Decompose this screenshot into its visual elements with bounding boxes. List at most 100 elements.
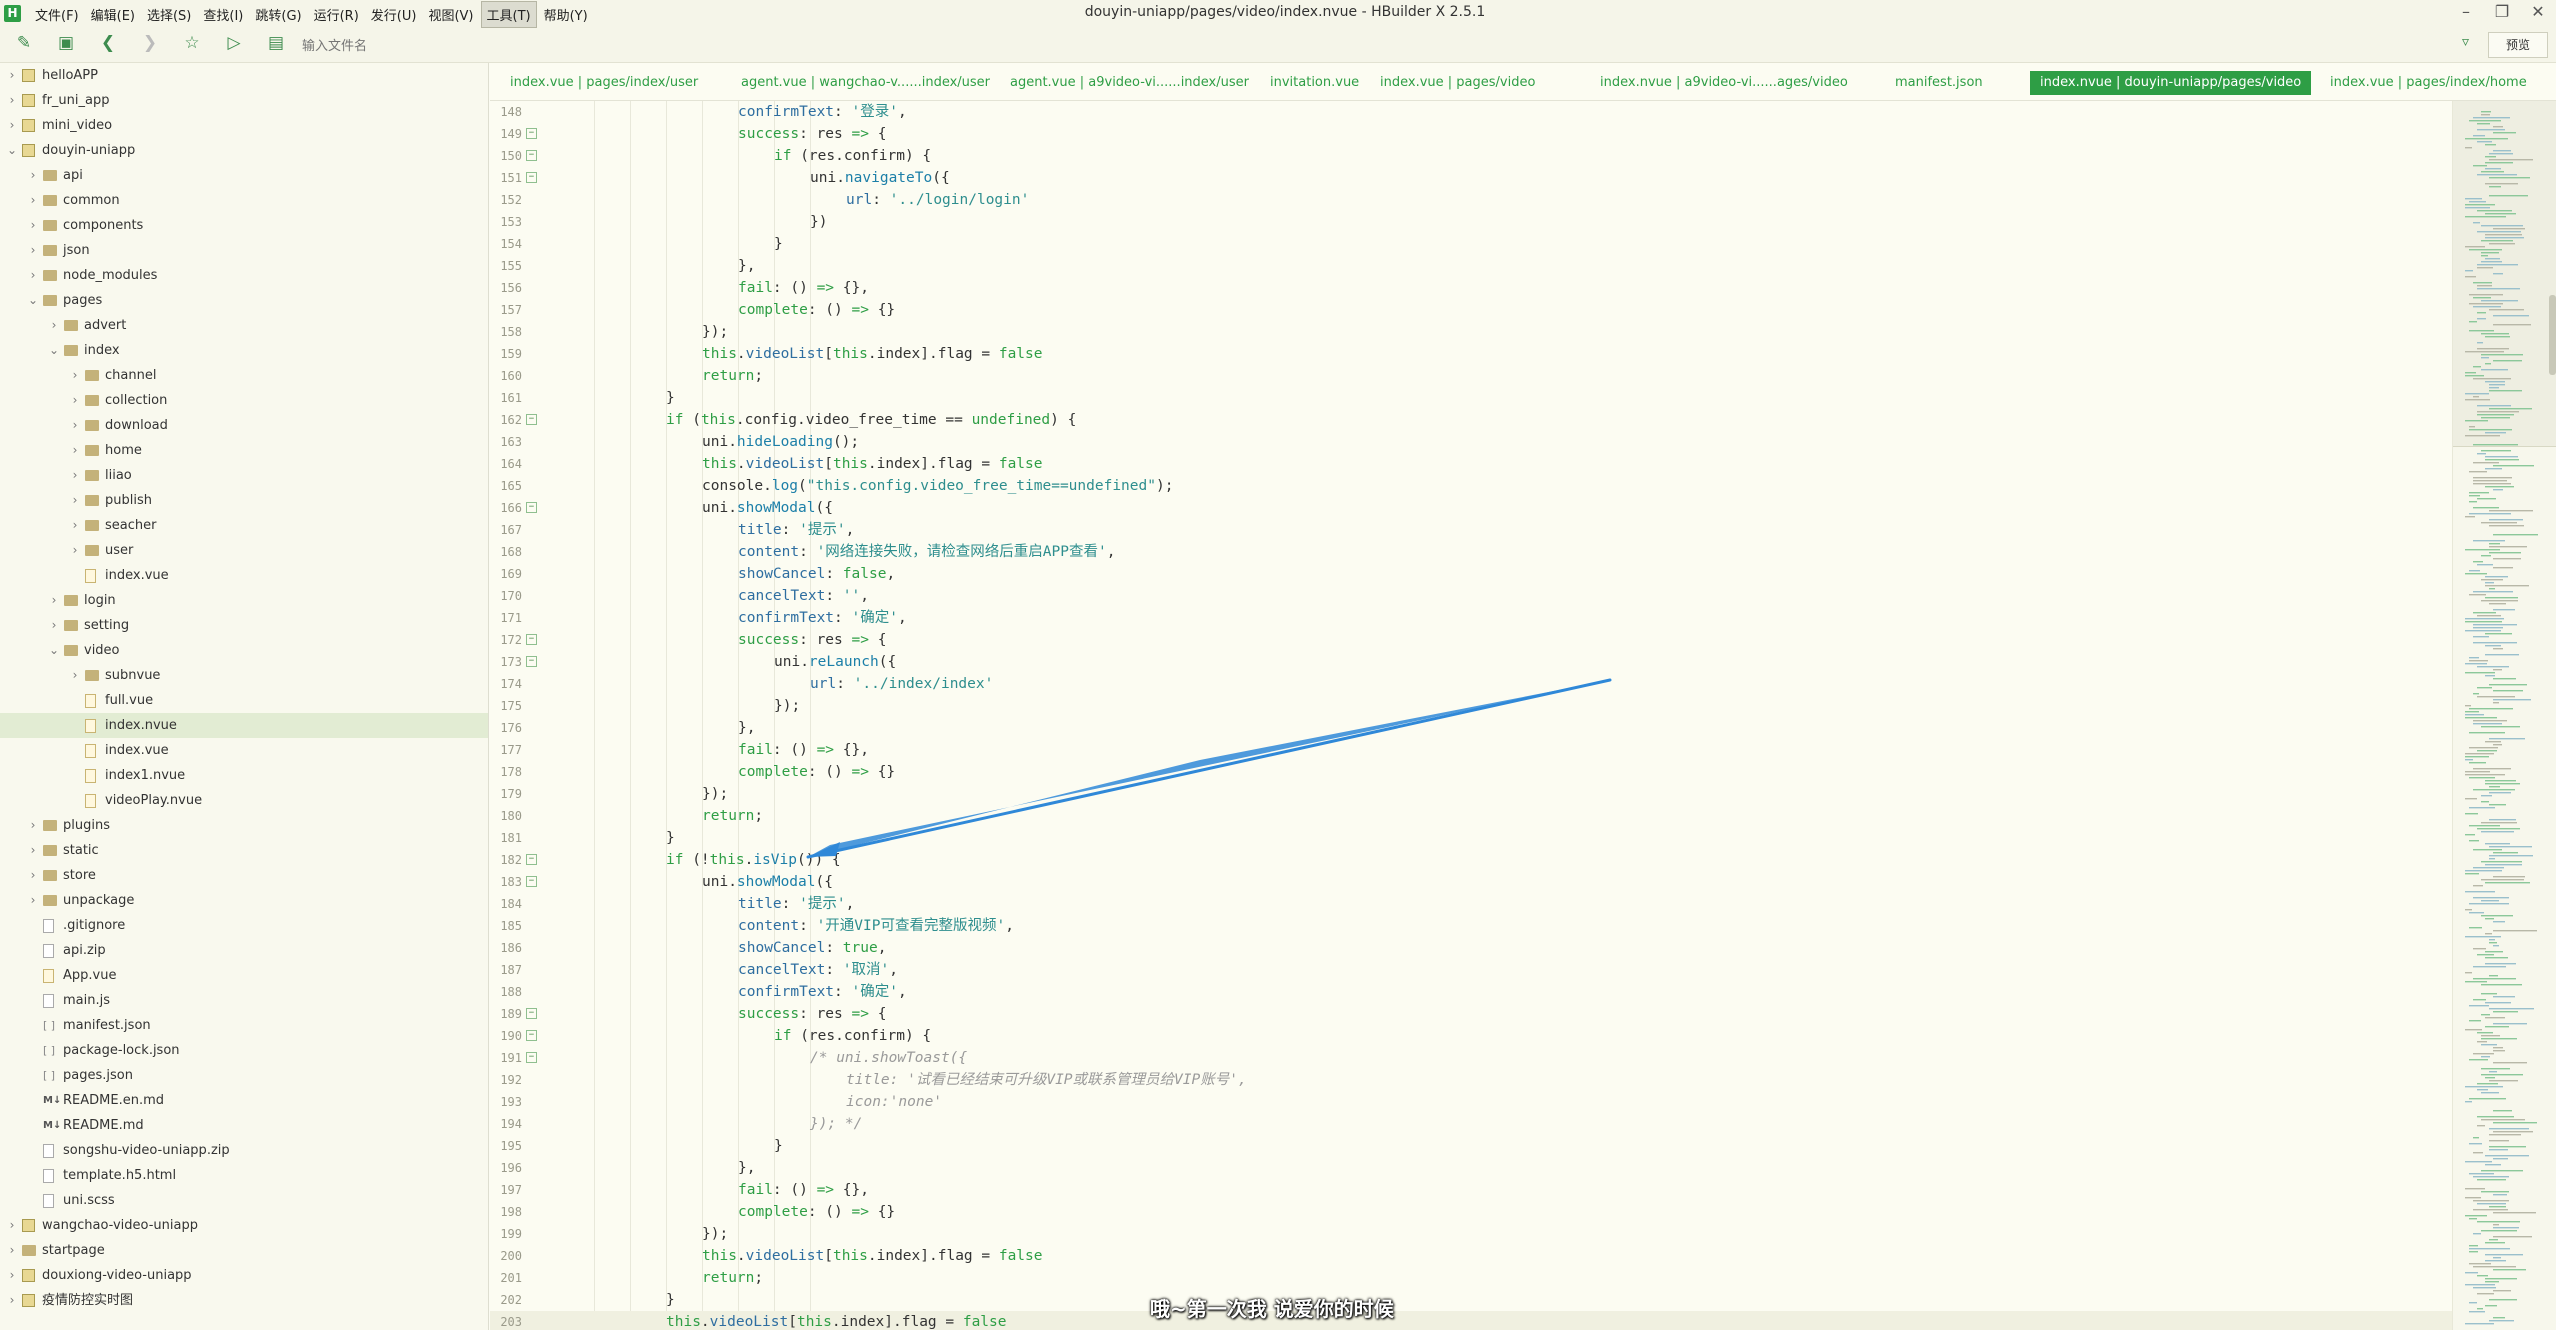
tree-item[interactable]: uni.scss bbox=[0, 1188, 488, 1213]
restore-icon[interactable]: ❐ bbox=[2490, 2, 2514, 21]
tree-item[interactable]: App.vue bbox=[0, 963, 488, 988]
code-line[interactable]: 160 return; bbox=[490, 365, 2452, 387]
chevron-right-icon[interactable]: › bbox=[6, 88, 18, 113]
code-line[interactable]: 175}); bbox=[490, 695, 2452, 717]
fold-toggle-icon[interactable]: − bbox=[526, 502, 537, 513]
code-line[interactable]: 163 uni.hideLoading(); bbox=[490, 431, 2452, 453]
code-line[interactable]: 177 fail: () => {}, bbox=[490, 739, 2452, 761]
chevron-right-icon[interactable]: › bbox=[69, 513, 81, 538]
fold-toggle-icon[interactable]: − bbox=[526, 150, 537, 161]
tree-item[interactable]: ⌄ video bbox=[0, 638, 488, 663]
tree-item[interactable]: ⌄ index bbox=[0, 338, 488, 363]
code-line[interactable]: 171 confirmText: '确定', bbox=[490, 607, 2452, 629]
code-line[interactable]: 185 content: '开通VIP可查看完整版视频', bbox=[490, 915, 2452, 937]
tree-item[interactable]: videoPlay.nvue bbox=[0, 788, 488, 813]
menu-item[interactable]: 文件(F) bbox=[30, 2, 84, 27]
chevron-right-icon[interactable]: › bbox=[48, 588, 60, 613]
code-line[interactable]: 164 this.videoList[this.index].flag = fal… bbox=[490, 453, 2452, 475]
menu-item[interactable]: 帮助(Y) bbox=[539, 2, 593, 27]
chevron-right-icon[interactable]: › bbox=[69, 538, 81, 563]
code-line[interactable]: 172− success: res => { bbox=[490, 629, 2452, 651]
code-line[interactable]: 173− uni.reLaunch({ bbox=[490, 651, 2452, 673]
chevron-right-icon[interactable]: › bbox=[6, 1213, 18, 1238]
code-line[interactable]: 179}); bbox=[490, 783, 2452, 805]
tree-item[interactable]: › static bbox=[0, 838, 488, 863]
back-icon[interactable]: ❮ bbox=[96, 33, 120, 53]
tree-item[interactable]: M↓ README.en.md bbox=[0, 1088, 488, 1113]
tree-item[interactable]: main.js bbox=[0, 988, 488, 1013]
chevron-right-icon[interactable]: › bbox=[27, 238, 39, 263]
code-line[interactable]: 203 this.videoList[this.index].flag = fal… bbox=[490, 1311, 2452, 1330]
code-line[interactable]: 157 complete: () => {} bbox=[490, 299, 2452, 321]
chevron-right-icon[interactable]: › bbox=[27, 263, 39, 288]
tree-item[interactable]: › login bbox=[0, 588, 488, 613]
tree-item[interactable]: full.vue bbox=[0, 688, 488, 713]
editor-tab[interactable]: index.nvue | douyin-uniapp/pages/video bbox=[2030, 71, 2312, 95]
menu-item[interactable]: 查找(I) bbox=[198, 2, 248, 27]
tree-item[interactable]: › json bbox=[0, 238, 488, 263]
minimap[interactable] bbox=[2452, 101, 2556, 1330]
star-icon[interactable]: ☆ bbox=[180, 33, 204, 53]
code-line[interactable]: 201 return; bbox=[490, 1267, 2452, 1289]
tree-item[interactable]: › startpage bbox=[0, 1238, 488, 1263]
chevron-right-icon[interactable]: › bbox=[69, 363, 81, 388]
menu-item[interactable]: 工具(T) bbox=[480, 0, 537, 28]
chevron-right-icon[interactable]: › bbox=[27, 888, 39, 913]
tree-item[interactable]: › seacher bbox=[0, 513, 488, 538]
chevron-right-icon[interactable]: › bbox=[27, 163, 39, 188]
chevron-right-icon[interactable]: › bbox=[6, 113, 18, 138]
tree-item[interactable]: index.vue bbox=[0, 563, 488, 588]
code-line[interactable]: 192 title: '试看已经结束可升级VIP或联系管理员给VIP账号', bbox=[490, 1069, 2452, 1091]
forward-icon[interactable]: ❯ bbox=[138, 33, 162, 53]
code-line[interactable]: 180 return; bbox=[490, 805, 2452, 827]
vertical-scrollbar-thumb[interactable] bbox=[2549, 295, 2556, 375]
code-line[interactable]: 202} bbox=[490, 1289, 2452, 1311]
file-search-input[interactable] bbox=[300, 34, 1804, 58]
tree-item[interactable]: › subnvue bbox=[0, 663, 488, 688]
fold-toggle-icon[interactable]: − bbox=[526, 656, 537, 667]
code-line[interactable]: 170 cancelText: '', bbox=[490, 585, 2452, 607]
tree-item[interactable]: [ ] package-lock.json bbox=[0, 1038, 488, 1063]
fold-toggle-icon[interactable]: − bbox=[526, 1052, 537, 1063]
run-icon[interactable]: ▷ bbox=[222, 33, 246, 53]
menu-item[interactable]: 视图(V) bbox=[423, 2, 478, 27]
code-line[interactable]: 190− if (res.confirm) { bbox=[490, 1025, 2452, 1047]
chevron-right-icon[interactable]: › bbox=[69, 388, 81, 413]
tree-item[interactable]: › setting bbox=[0, 613, 488, 638]
code-line[interactable]: 183− uni.showModal({ bbox=[490, 871, 2452, 893]
tree-item[interactable]: › plugins bbox=[0, 813, 488, 838]
tree-item[interactable]: › collection bbox=[0, 388, 488, 413]
menu-item[interactable]: 发行(U) bbox=[366, 2, 422, 27]
tree-item[interactable]: › douxiong-video-uniapp bbox=[0, 1263, 488, 1288]
code-line[interactable]: 149− success: res => { bbox=[490, 123, 2452, 145]
chevron-right-icon[interactable]: › bbox=[69, 488, 81, 513]
code-line[interactable]: 191− /* uni.showToast({ bbox=[490, 1047, 2452, 1069]
tree-item[interactable]: .gitignore bbox=[0, 913, 488, 938]
tree-item[interactable]: ⌄ pages bbox=[0, 288, 488, 313]
code-line[interactable]: 184 title: '提示', bbox=[490, 893, 2452, 915]
chevron-right-icon[interactable]: › bbox=[27, 188, 39, 213]
tree-item[interactable]: › 疫情防控实时图 bbox=[0, 1288, 488, 1313]
fold-toggle-icon[interactable]: − bbox=[526, 414, 537, 425]
tree-item[interactable]: [ ] manifest.json bbox=[0, 1013, 488, 1038]
tree-item[interactable]: › node_modules bbox=[0, 263, 488, 288]
tree-item[interactable]: index.nvue bbox=[0, 713, 488, 738]
editor-tab[interactable]: index.vue | pages/video bbox=[1370, 71, 1545, 95]
editor-tab[interactable]: index.vue | pages/index/home bbox=[2320, 71, 2537, 95]
chevron-right-icon[interactable]: › bbox=[6, 1288, 18, 1313]
tree-item[interactable]: › common bbox=[0, 188, 488, 213]
code-line[interactable]: 199}); bbox=[490, 1223, 2452, 1245]
code-line[interactable]: 194}); */ bbox=[490, 1113, 2452, 1135]
tree-item[interactable]: › helloAPP bbox=[0, 63, 488, 88]
fold-toggle-icon[interactable]: − bbox=[526, 634, 537, 645]
code-line[interactable]: 176}, bbox=[490, 717, 2452, 739]
chevron-down-icon[interactable]: ⌄ bbox=[27, 288, 39, 313]
tree-item[interactable]: songshu-video-uniapp.zip bbox=[0, 1138, 488, 1163]
code-line[interactable]: 195} bbox=[490, 1135, 2452, 1157]
chevron-right-icon[interactable]: › bbox=[69, 413, 81, 438]
tree-item[interactable]: › wangchao-video-uniapp bbox=[0, 1213, 488, 1238]
code-line[interactable]: 150− if (res.confirm) { bbox=[490, 145, 2452, 167]
fold-toggle-icon[interactable]: − bbox=[526, 854, 537, 865]
fold-toggle-icon[interactable]: − bbox=[526, 1030, 537, 1041]
menu-item[interactable]: 跳转(G) bbox=[250, 2, 306, 27]
